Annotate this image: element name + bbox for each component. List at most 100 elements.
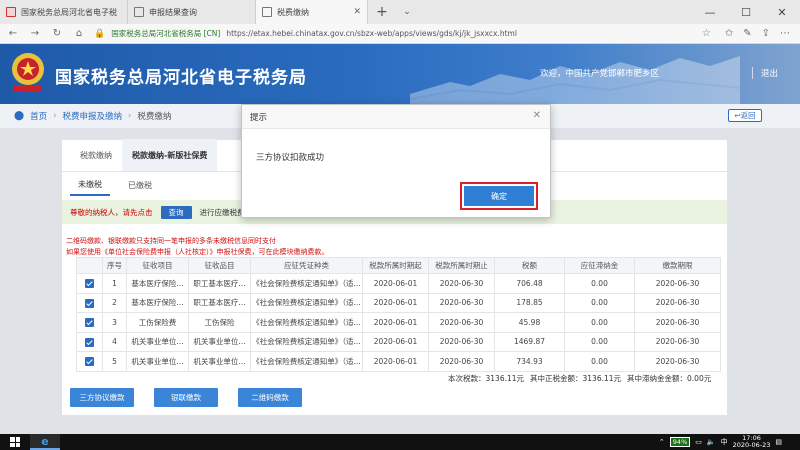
close-window-icon[interactable]: ✕ — [764, 0, 800, 24]
row-checkbox[interactable] — [85, 318, 94, 327]
browser-tab-3[interactable]: 税费缴纳 ✕ — [256, 0, 368, 24]
cell-item: 基本医疗保险... — [126, 273, 189, 294]
tab-paid[interactable]: 已缴税 — [120, 174, 160, 196]
system-tray: ⌃ 94% ▭ 🔈 中 17:06 2020-06-23 ▤ — [659, 434, 800, 450]
browser-toolbar-icons: ✩ ✎ ⇪ ⋯ — [725, 28, 790, 39]
breadcrumb-item[interactable]: 税费申报及缴纳 — [63, 110, 123, 122]
row-checkbox[interactable] — [85, 337, 94, 347]
browser-tab-2[interactable]: 申报结果查询 — [128, 0, 256, 24]
cell-period-start: 2020-06-01 — [362, 351, 429, 372]
cell-item: 工伤保险费 — [126, 312, 189, 333]
url-text[interactable]: https://etax.hebei.chinatax.gov.cn/sbzx-… — [226, 29, 517, 38]
welcome-text: 欢迎，中国共产党邯郸市肥乡区 — [540, 69, 660, 79]
cell-deadline: 2020-06-30 — [634, 273, 721, 294]
close-tab-icon[interactable]: ✕ — [353, 7, 361, 17]
table-row[interactable]: 2 基本医疗保险... 职工基本医疗... 《社会保险费核定通知单》（适... … — [76, 292, 721, 313]
tab-favicon — [134, 7, 144, 17]
logout-link[interactable]: 退出 — [751, 67, 778, 79]
totals-line: 本次税款：3136.11元 其中正税金额：3136.11元 其中滞纳金金额：0.… — [448, 373, 711, 384]
query-button[interactable]: 查询 — [160, 205, 192, 219]
col-header-index: 序号 — [102, 257, 127, 274]
breadcrumb-home[interactable]: 首页 — [30, 110, 47, 122]
row-checkbox[interactable] — [85, 298, 94, 308]
cell-amount: 178.85 — [494, 292, 565, 313]
network-icon[interactable]: ▭ — [695, 438, 702, 446]
col-header-subitem: 征收品目 — [188, 257, 251, 274]
share-icon[interactable]: ⇪ — [762, 28, 770, 39]
battery-indicator[interactable]: 94% — [669, 437, 691, 447]
cell-index: 1 — [102, 273, 127, 294]
unionpay-payment-button[interactable]: 银联缴款 — [154, 388, 218, 407]
cell-period-end: 2020-06-30 — [428, 351, 495, 372]
cell-item: 机关事业单位... — [126, 351, 189, 372]
chevron-up-icon[interactable]: ⌃ — [659, 438, 665, 446]
total-late-fee: 其中滞纳金金额：0.00元 — [627, 374, 712, 383]
refresh-icon[interactable]: ↻ — [50, 28, 64, 39]
dialog-confirm-button[interactable]: 确定 — [464, 186, 534, 206]
cell-index: 2 — [102, 292, 127, 313]
table-row[interactable]: 4 机关事业单位... 机关事业单位... 《社会保险费核定通知单》（适... … — [76, 331, 721, 352]
new-tab-icon[interactable]: + — [368, 0, 396, 24]
cell-late-fee: 0.00 — [564, 351, 635, 372]
lock-icon: 🔒 — [94, 28, 106, 39]
back-button[interactable]: ↩ 返回 — [728, 109, 762, 122]
start-button[interactable] — [0, 434, 30, 450]
browser-tab-1[interactable]: 国家税务总局河北省电子税 — [0, 0, 128, 24]
browser-navbar: ← → ↻ ⌂ 🔒 国家税务总局河北省税务局 [CN] https://etax… — [0, 24, 800, 44]
col-header-period-end: 税款所属时期止 — [428, 257, 495, 274]
clock[interactable]: 17:06 2020-06-23 — [732, 434, 771, 450]
cell-voucher: 《社会保险费核定通知单》（适... — [250, 331, 363, 352]
notification-icon[interactable]: ▤ — [775, 438, 782, 446]
qrcode-payment-button[interactable]: 二维码缴款 — [238, 388, 302, 407]
table-row[interactable]: 3 工伤保险费 工伤保险 《社会保险费核定通知单》（适... 2020-06-0… — [76, 312, 721, 333]
notice-prefix: 尊敬的纳税人，请先点击 — [70, 207, 153, 217]
table-row[interactable]: 1 基本医疗保险... 职工基本医疗... 《社会保险费核定通知单》（适... … — [76, 273, 721, 294]
back-arrow-icon[interactable]: ← — [6, 28, 20, 39]
cell-period-start: 2020-06-01 — [362, 331, 429, 352]
more-icon[interactable]: ⋯ — [780, 28, 790, 39]
forward-arrow-icon[interactable]: → — [28, 28, 42, 39]
tab-list-chevron-icon[interactable]: ⌄ — [396, 0, 418, 24]
row-checkbox[interactable] — [85, 357, 94, 366]
cell-period-start: 2020-06-01 — [362, 312, 429, 333]
input-language[interactable]: 中 — [721, 437, 728, 447]
address-bar[interactable]: 🔒 国家税务总局河北省税务局 [CN] https://etax.hebei.c… — [94, 26, 711, 42]
clock-date: 2020-06-23 — [732, 441, 771, 449]
favorite-star-icon[interactable]: ☆ — [702, 28, 711, 39]
favorites-icon[interactable]: ✩ — [725, 28, 733, 39]
location-pin-icon: ⬤ — [14, 111, 25, 121]
row-checkbox[interactable] — [85, 279, 94, 288]
site-title: 国家税务总局河北省电子税务局 — [55, 68, 307, 88]
tax-emblem-logo — [12, 53, 44, 92]
back-button-label: 返回 — [740, 111, 756, 120]
dialog-close-icon[interactable]: ✕ — [533, 110, 541, 121]
tab-social-insurance-payment[interactable]: 税款缴纳-新版社保费 — [122, 139, 218, 171]
maximize-icon[interactable]: ☐ — [728, 0, 764, 24]
edge-browser-icon[interactable]: e — [30, 434, 60, 450]
warning-text-1: 二维码缴款、银联缴款只支持同一笔申报的多条未缴税信息同时支付 — [66, 237, 276, 245]
cell-late-fee: 0.00 — [564, 331, 635, 352]
minimize-icon[interactable]: — — [692, 0, 728, 24]
windows-logo-icon — [10, 437, 20, 447]
col-header-period-start: 税款所属时期起 — [362, 257, 429, 274]
cell-deadline: 2020-06-30 — [634, 331, 721, 352]
notes-icon[interactable]: ✎ — [743, 28, 751, 39]
tripartite-payment-button[interactable]: 三方协议缴款 — [70, 388, 134, 407]
cell-period-start: 2020-06-01 — [362, 273, 429, 294]
cell-period-end: 2020-06-30 — [428, 273, 495, 294]
tab-tax-payment[interactable]: 税款缴纳 — [70, 139, 122, 171]
col-header-amount: 税额 — [494, 257, 565, 274]
table-row[interactable]: 5 机关事业单位... 机关事业单位... 《社会保险费核定通知单》（适... … — [76, 351, 721, 372]
dialog-title: 提示 — [242, 105, 550, 129]
volume-icon[interactable]: 🔈 — [707, 438, 716, 446]
col-header-late-fee: 应征滞纳金 — [564, 257, 635, 274]
dialog-confirm-highlight: 确定 — [460, 182, 538, 210]
table-header-row: 序号 征收项目 征收品目 应征凭证种类 税款所属时期起 税款所属时期止 税额 应… — [76, 257, 721, 274]
tab-unpaid[interactable]: 未缴税 — [70, 174, 110, 196]
home-icon[interactable]: ⌂ — [72, 28, 86, 39]
cell-voucher: 《社会保险费核定通知单》（适... — [250, 312, 363, 333]
col-header-item: 征收项目 — [126, 257, 189, 274]
cell-late-fee: 0.00 — [564, 292, 635, 313]
col-header-voucher: 应征凭证种类 — [250, 257, 363, 274]
cell-subitem: 职工基本医疗... — [188, 292, 251, 313]
